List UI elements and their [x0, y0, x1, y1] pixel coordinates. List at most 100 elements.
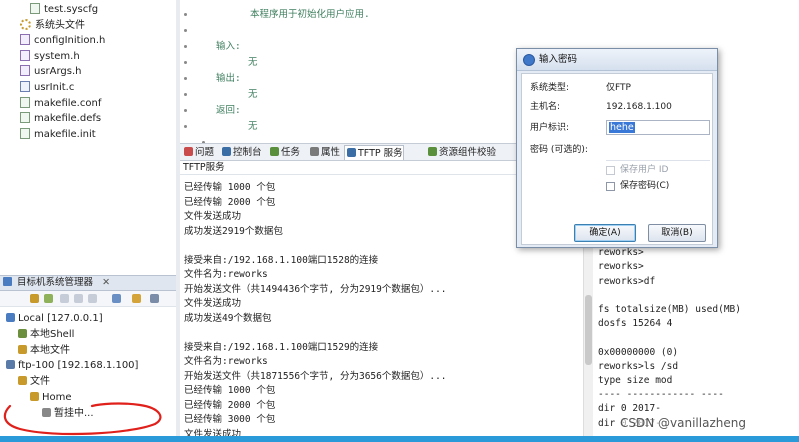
- tab-5[interactable]: TFTP 服务: [344, 145, 404, 160]
- tree-item[interactable]: makefile.init: [20, 127, 96, 142]
- close-icon[interactable]: ✕: [102, 277, 110, 288]
- computer-icon: [6, 313, 15, 322]
- terminal-line: 0x00000000 (0): [598, 346, 679, 358]
- enter-password-dialog: 输入密码 系统类型: 仅FTP 主机名: 192.168.1.100 用户标识:…: [516, 48, 718, 248]
- terminal-line: dir 0 2017-: [598, 403, 661, 415]
- console-scroll-thumb[interactable]: [585, 295, 592, 365]
- tree-item[interactable]: makefile.defs: [20, 111, 101, 126]
- disconnect-icon[interactable]: [44, 294, 53, 303]
- console-line: 已经传输 2000 个包: [184, 399, 276, 411]
- terminal-line: dosfs 15264 4: [598, 318, 673, 330]
- terminal-line: ---- ------------ ----: [598, 389, 724, 401]
- dialog-titlebar[interactable]: 输入密码: [517, 49, 717, 71]
- password-field[interactable]: [606, 146, 710, 161]
- line-marker: [184, 29, 187, 32]
- tab-3[interactable]: 任务: [268, 145, 300, 160]
- save-user-id-checkbox[interactable]: [606, 166, 615, 175]
- tree-item[interactable]: test.syscfg: [30, 2, 98, 17]
- console-line: 文件名为:reworks: [184, 269, 268, 280]
- save-password-checkbox[interactable]: [606, 182, 615, 191]
- code-line: 无: [248, 121, 258, 132]
- line-marker: [184, 61, 187, 64]
- line-marker: [184, 45, 187, 48]
- refresh-icon[interactable]: [74, 294, 83, 303]
- target-tree-label: 文件: [30, 376, 50, 388]
- system-type-value: 仅FTP: [606, 83, 631, 93]
- file-icon: [20, 96, 30, 108]
- line-marker: [184, 93, 187, 96]
- terminal-line: reworks>: [598, 261, 644, 273]
- folder-icon: [18, 344, 27, 354]
- tab-label: 属性: [321, 147, 341, 158]
- c-file-icon: [20, 81, 30, 92]
- console-line: 开始发送文件（共1494436个字节, 分为2919个数据包）...: [184, 283, 447, 295]
- tab-label: 资源组件校验: [439, 147, 497, 158]
- target-manager-toolbar: [0, 291, 176, 307]
- user-id-value: hehe: [609, 122, 635, 133]
- delete-icon[interactable]: [88, 294, 97, 303]
- tab-1[interactable]: 问题: [182, 145, 214, 160]
- tree-item-label: test.syscfg: [44, 4, 99, 15]
- console-line: 已经传输 2000 个包: [184, 196, 276, 208]
- console-line: 文件发送成功: [184, 298, 242, 309]
- target-tree-item[interactable]: 文件: [18, 374, 50, 389]
- file-icon: [20, 112, 30, 124]
- tree-item-label: usrArgs.h: [34, 66, 82, 78]
- tree-item-label: configInition.h: [34, 35, 106, 47]
- console-line: 已经传输 1000 个包: [184, 182, 276, 193]
- tree-item[interactable]: 系统头文件: [20, 18, 85, 33]
- tree-item[interactable]: usrArgs.h: [20, 64, 82, 79]
- tree-item-label: usrInit.c: [34, 82, 75, 93]
- dialog-title: 输入密码: [539, 54, 578, 65]
- tab-2[interactable]: 控制台: [220, 145, 262, 160]
- tree-item-label: makefile.conf: [34, 97, 102, 109]
- target-manager-title: 目标机系统管理器: [17, 277, 94, 288]
- save-user-id-label: 保存用户 ID: [620, 165, 669, 175]
- properties-icon[interactable]: [112, 294, 121, 303]
- shell-icon: [18, 328, 27, 338]
- console-line: 接受来自:/192.168.1.100端口1529的连接: [184, 341, 379, 353]
- file-icon: [30, 3, 40, 14]
- console-line: 成功发送2919个数据包: [184, 225, 283, 237]
- tab-icon: [222, 147, 231, 156]
- connect-icon[interactable]: [30, 294, 39, 303]
- target-tree-item[interactable]: 本地Shell: [18, 327, 74, 342]
- ftp-icon: [6, 360, 15, 370]
- tab-4[interactable]: 属性: [308, 145, 340, 160]
- target-tree-item[interactable]: Local [127.0.0.1]: [6, 311, 103, 326]
- tab-label: 任务: [281, 147, 301, 158]
- tree-item[interactable]: configInition.h: [20, 33, 105, 48]
- filter-icon[interactable]: [132, 294, 141, 303]
- tree-item[interactable]: usrInit.c: [20, 80, 74, 95]
- watermark: CSDN @vanillazheng: [620, 416, 746, 430]
- tree-item[interactable]: makefile.conf: [20, 96, 101, 111]
- target-tree-item[interactable]: ftp-100 [192.168.1.100]: [6, 358, 138, 373]
- console-line: 开始发送文件（共1871556个字节, 分为3656个数据包）...: [184, 370, 447, 382]
- target-tree-label: 本地Shell: [30, 328, 75, 340]
- target-manager-header: 目标机系统管理器 ✕: [0, 275, 176, 291]
- console-line: 成功发送49个数据包: [184, 312, 272, 324]
- console-line: 文件发送成功: [184, 211, 242, 222]
- target-tree-item[interactable]: 本地文件: [18, 343, 70, 358]
- cancel-button[interactable]: 取消(B): [648, 224, 706, 242]
- terminal-line: fs totalsize(MB) used(MB): [598, 304, 741, 315]
- code-editor[interactable]: 本程序用于初始化用户应用. 输入: 无输出: 无返回: 无: [180, 0, 518, 144]
- tree-item-label: 系统头文件: [35, 19, 85, 31]
- tab-6[interactable]: 资源组件校验: [426, 145, 496, 160]
- tree-item[interactable]: system.h: [20, 49, 80, 64]
- target-manager-icon: [3, 277, 12, 286]
- tab-label: 控制台: [233, 147, 262, 158]
- file-icon: [20, 127, 30, 139]
- dialog-body: 系统类型: 仅FTP 主机名: 192.168.1.100 用户标识: hehe…: [521, 73, 713, 245]
- password-label: 密码 (可选的):: [530, 145, 588, 155]
- new-connection-icon[interactable]: [60, 294, 69, 303]
- tab-icon: [310, 147, 319, 156]
- ok-button[interactable]: 确定(A): [574, 224, 636, 242]
- view-menu-icon[interactable]: [150, 294, 159, 303]
- console-tab-bar: 问题 控制台 任务 属性 TFTP 服务 资源组件校验: [180, 143, 518, 161]
- h-file-icon: [20, 49, 30, 61]
- host-value: 192.168.1.100: [606, 102, 672, 112]
- user-id-field[interactable]: hehe: [606, 120, 710, 135]
- code-line: 无: [248, 89, 258, 100]
- code-line: 输入:: [216, 41, 241, 52]
